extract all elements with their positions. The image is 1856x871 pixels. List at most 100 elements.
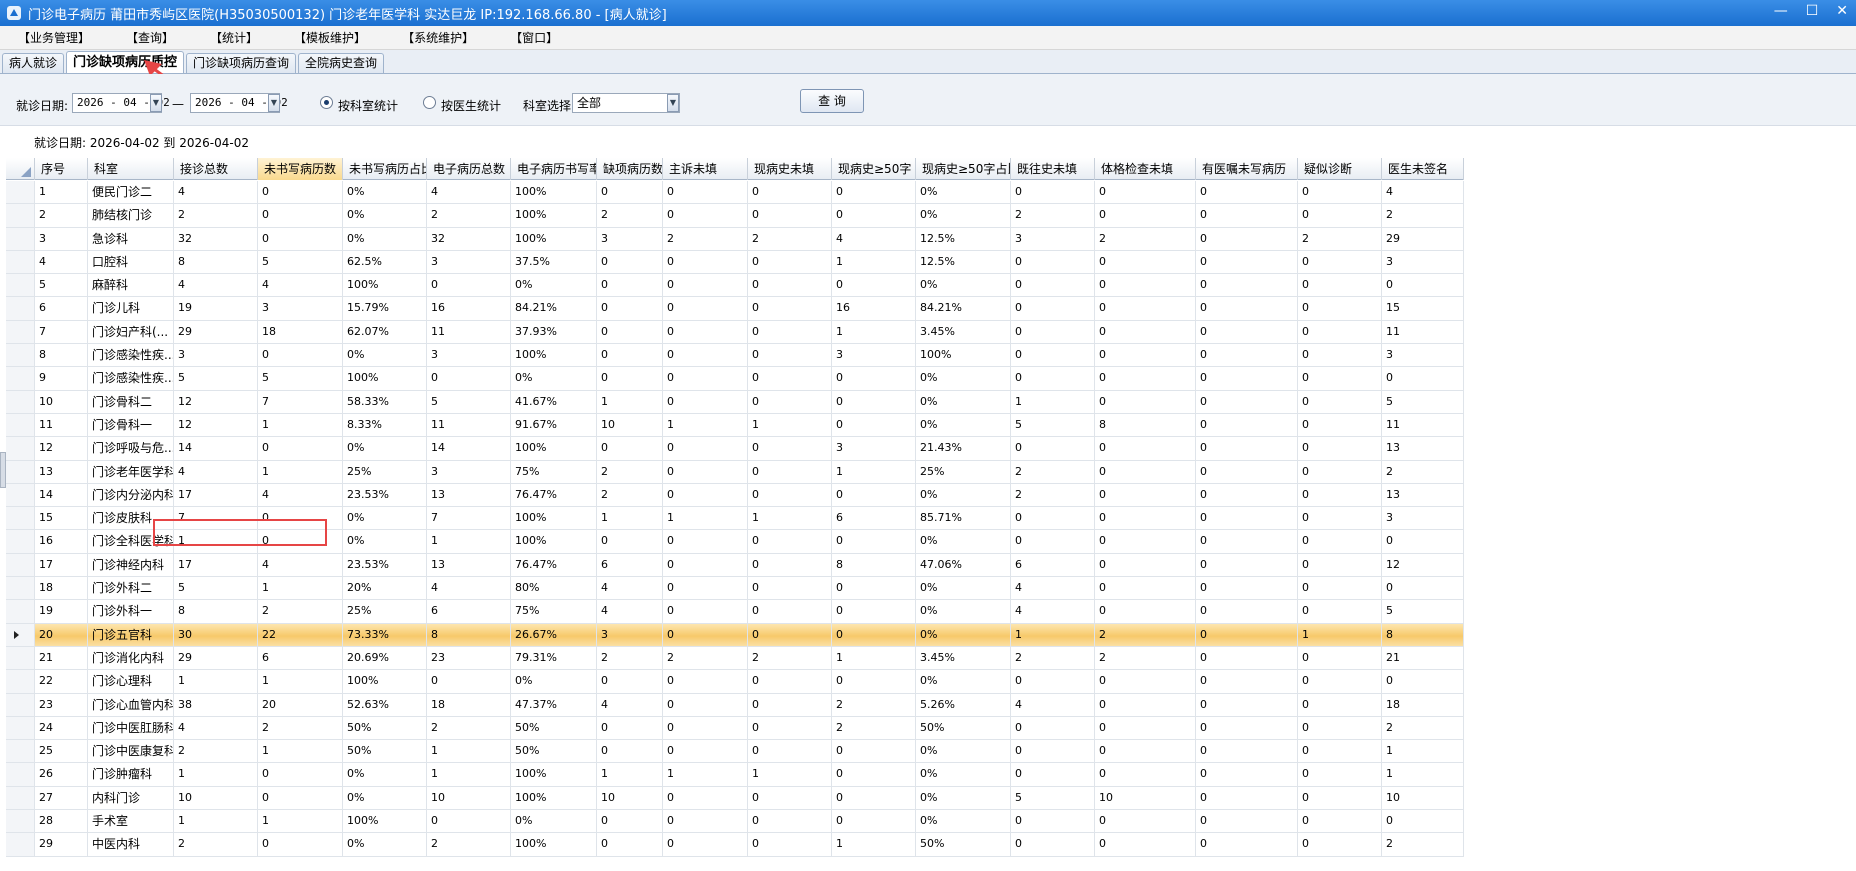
maximize-icon[interactable]: ☐ — [1806, 3, 1819, 19]
table-row[interactable]: 29 中医内科 2 0 0% 2 100% 0 0 0 1 50% 0 0 0 0 2 — [6, 833, 1464, 857]
column-header[interactable]: 现病史≥50字 — [832, 158, 916, 180]
row-indicator[interactable] — [6, 483, 35, 507]
radio-by-doctor[interactable] — [423, 96, 436, 109]
table-row[interactable]: 3 急诊科 32 0 0% 32 100% 3 2 2 4 12.5% 3 2 0 2 29 — [6, 227, 1464, 251]
row-indicator[interactable] — [6, 693, 35, 716]
row-indicator[interactable] — [6, 577, 35, 600]
row-indicator[interactable] — [6, 320, 35, 344]
row-indicator[interactable] — [6, 716, 35, 740]
table-row[interactable]: 24 门诊中医肛肠科 4 2 50% 2 50% 0 0 0 2 50% 0 0 0 0 2 — [6, 716, 1464, 741]
column-header[interactable]: 现病史≥50字占比 — [916, 158, 1011, 180]
table-row[interactable]: 28 手术室 1 1 100% 0 0% 0 0 0 0 0% 0 0 0 0 0 — [6, 810, 1464, 834]
table-row[interactable]: 1 便民门诊二 4 0 0% 4 100% 0 0 0 0 0% 0 0 0 0 4 — [6, 181, 1464, 205]
column-header[interactable]: 体格检查未填 — [1095, 158, 1196, 180]
row-indicator[interactable] — [6, 670, 35, 693]
table-row[interactable]: 15 门诊皮肤科 7 0 0% 7 100% 1 1 1 6 85.71% 0 0 0 0 3 — [6, 507, 1464, 531]
table-row[interactable]: 6 门诊儿科 19 3 15.79% 16 84.21% 0 0 0 16 84.21% 0 0 0 0 15 — [6, 297, 1464, 321]
column-header[interactable]: 疑似诊断 — [1298, 158, 1382, 180]
table-row[interactable]: 7 门诊妇产科(... 29 18 62.07% 11 37.93% 0 0 0 1 3.45% 0 0 0… — [6, 320, 1464, 345]
row-indicator[interactable] — [6, 623, 35, 646]
table-row[interactable]: 12 门诊呼吸与危... 14 0 0% 14 100% 0 0 0 3 21.43% 0 0 0 0 13 — [6, 437, 1464, 461]
query-button[interactable]: 查 询 — [800, 89, 864, 113]
column-header[interactable]: 序号 — [35, 158, 88, 180]
tab-missing-record-query[interactable]: 门诊缺项病历查询 — [186, 53, 297, 73]
row-indicator[interactable] — [6, 413, 35, 437]
column-header[interactable]: 有医嘱未写病历 — [1196, 158, 1298, 180]
table-row[interactable]: 14 门诊内分泌内科 17 4 23.53% 13 76.47% 2 0 0 0 0% 2 0 0 0 13 — [6, 483, 1464, 508]
table-row[interactable]: 23 门诊心血管内科 38 20 52.63% 18 47.37% 4 0 0 2 5.26% 4 0 0 0… — [6, 693, 1464, 717]
table-row[interactable]: 9 门诊感染性疾... 5 5 100% 0 0% 0 0 0 0 0% 0 0 0 0 0 — [6, 367, 1464, 391]
radio-by-dept[interactable] — [320, 96, 333, 109]
column-header[interactable]: 科室 — [88, 158, 174, 180]
row-indicator[interactable] — [6, 786, 35, 810]
table-row[interactable]: 11 门诊骨科一 12 1 8.33% 11 91.67% 10 1 1 0 0% 5 8 0 0 11 — [6, 413, 1464, 438]
table-row[interactable]: 18 门诊外科二 5 1 20% 4 80% 4 0 0 0 0% 4 0 0 0 0 — [6, 577, 1464, 601]
table-row[interactable]: 10 门诊骨科二 12 7 58.33% 5 41.67% 1 0 0 0 0% 1 0 0 0 5 — [6, 390, 1464, 414]
table-row[interactable]: 20 门诊五官科 30 22 73.33% 8 26.67% 3 0 0 0 0% 1 2 0 1 8 — [6, 623, 1464, 647]
table-row[interactable]: 21 门诊消化内科 29 6 20.69% 23 79.31% 2 2 2 1 3.45% 2 2 0 0 21 — [6, 646, 1464, 671]
column-header[interactable]: 接诊总数 — [174, 158, 258, 180]
row-indicator[interactable] — [6, 833, 35, 856]
menu-window[interactable]: 【窗口】 — [510, 29, 558, 46]
column-header[interactable]: 电子病历书写率 — [511, 158, 597, 180]
row-indicator[interactable] — [6, 181, 35, 204]
date-from-input[interactable]: 2026 - 04 - 02 — [72, 93, 170, 113]
menu-business[interactable]: 【业务管理】 — [18, 29, 90, 46]
column-header[interactable]: 既往史未填 — [1011, 158, 1095, 180]
row-indicator[interactable] — [6, 297, 35, 320]
row-indicator[interactable] — [6, 274, 35, 297]
menu-system[interactable]: 【系统维护】 — [402, 29, 474, 46]
menu-statistics[interactable]: 【统计】 — [210, 29, 258, 46]
minimize-icon[interactable]: — — [1774, 3, 1788, 19]
row-indicator[interactable] — [6, 344, 35, 367]
date-to-input[interactable]: 2026 - 04 - 02 — [190, 93, 288, 113]
table-row[interactable]: 8 门诊感染性疾... 3 0 0% 3 100% 0 0 0 3 100% 0 0 0 0 3 — [6, 344, 1464, 368]
column-header[interactable]: 未书写病历占比 — [343, 158, 427, 180]
tab-missing-record-qc[interactable]: 门诊缺项病历质控 — [66, 51, 185, 73]
table-row[interactable]: 2 肺结核门诊 2 0 0% 2 100% 2 0 0 0 0% 2 0 0 0 2 — [6, 204, 1464, 228]
row-indicator[interactable] — [6, 553, 35, 577]
row-indicator[interactable] — [6, 740, 35, 763]
row-indicator[interactable] — [6, 204, 35, 227]
row-indicator[interactable] — [6, 763, 35, 786]
row-indicator[interactable] — [6, 646, 35, 670]
dept-select[interactable]: 全部 — [572, 93, 680, 113]
table-row[interactable]: 22 门诊心理科 1 1 100% 0 0% 0 0 0 0 0% 0 0 0 0 0 — [6, 670, 1464, 694]
column-header[interactable]: 缺项病历数 — [597, 158, 663, 180]
date-to-dropdown-icon[interactable]: ▼ — [268, 94, 280, 112]
grid-corner-icon[interactable] — [6, 158, 35, 180]
row-indicator[interactable] — [6, 390, 35, 413]
tab-history-query[interactable]: 全院病史查询 — [298, 53, 385, 73]
row-indicator[interactable] — [6, 367, 35, 390]
table-row[interactable]: 17 门诊神经内科 17 4 23.53% 13 76.47% 6 0 0 8 47.06% 6 0 0 0 1… — [6, 553, 1464, 578]
table-row[interactable]: 27 内科门诊 10 0 0% 10 100% 10 0 0 0 0% 5 10 0 0 10 — [6, 786, 1464, 811]
radio-by-dept-label[interactable]: 按科室统计 — [338, 97, 398, 114]
table-row[interactable]: 4 口腔科 8 5 62.5% 3 37.5% 0 0 0 1 12.5% 0 0 0 0 3 — [6, 250, 1464, 275]
row-indicator[interactable] — [6, 460, 35, 483]
table-row[interactable]: 5 麻醉科 4 4 100% 0 0% 0 0 0 0 0% 0 0 0 0 0 — [6, 274, 1464, 298]
date-from-dropdown-icon[interactable]: ▼ — [150, 94, 162, 112]
row-indicator[interactable] — [6, 530, 35, 553]
row-indicator[interactable] — [6, 227, 35, 250]
column-header[interactable]: 主诉未填 — [663, 158, 748, 180]
column-header[interactable]: 现病史未填 — [748, 158, 832, 180]
row-indicator[interactable] — [6, 250, 35, 274]
dept-select-dropdown-icon[interactable]: ▼ — [667, 94, 679, 112]
close-icon[interactable]: ✕ — [1836, 3, 1848, 19]
row-indicator[interactable] — [6, 810, 35, 833]
menu-query[interactable]: 【查询】 — [126, 29, 174, 46]
column-header[interactable]: 医生未签名 — [1382, 158, 1464, 180]
table-row[interactable]: 16 门诊全科医学科 1 0 0% 1 100% 0 0 0 0 0% 0 0 0 0 0 — [6, 530, 1464, 554]
row-indicator[interactable] — [6, 437, 35, 460]
row-indicator[interactable] — [6, 600, 35, 623]
column-header[interactable]: 未书写病历数 — [258, 158, 343, 180]
tab-patient-visit[interactable]: 病人就诊 — [2, 53, 65, 73]
column-header[interactable]: 电子病历总数 — [427, 158, 511, 180]
radio-by-doctor-label[interactable]: 按医生统计 — [441, 97, 501, 114]
row-indicator[interactable] — [6, 507, 35, 530]
table-row[interactable]: 25 门诊中医康复科 2 1 50% 1 50% 0 0 0 0 0% 0 0 0 0 1 — [6, 740, 1464, 764]
table-row[interactable]: 19 门诊外科一 8 2 25% 6 75% 4 0 0 0 0% 4 0 0 0 5 — [6, 600, 1464, 624]
table-row[interactable]: 13 门诊老年医学科 4 1 25% 3 75% 2 0 0 1 25% 2 0 0 0 2 — [6, 460, 1464, 484]
menu-template[interactable]: 【模板维护】 — [294, 29, 366, 46]
table-row[interactable]: 26 门诊肿瘤科 1 0 0% 1 100% 1 1 1 0 0% 0 0 0 0 1 — [6, 763, 1464, 787]
